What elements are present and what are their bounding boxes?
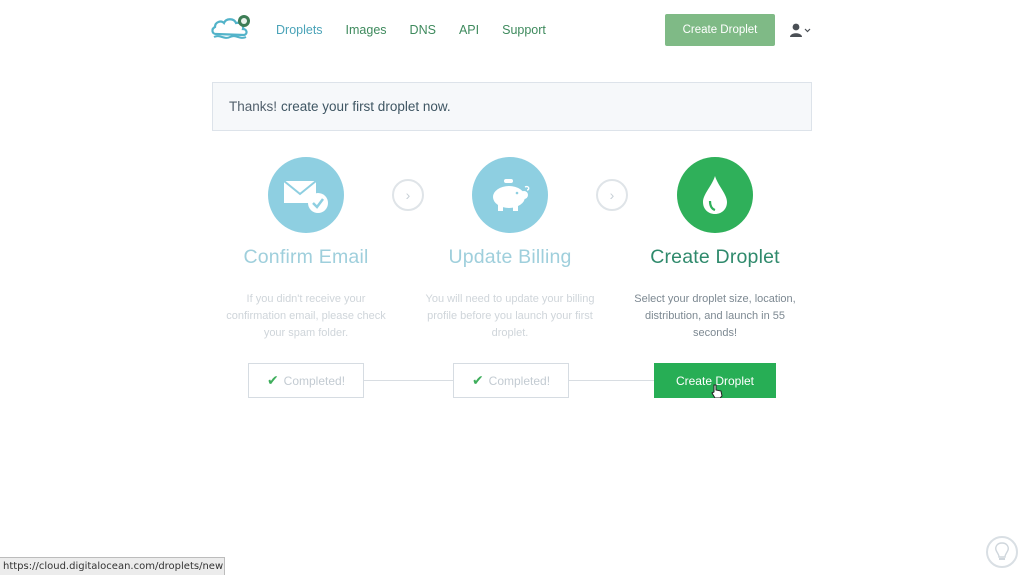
notice-create-link[interactable]: create your first droplet now. [281, 99, 451, 114]
step-description: You will need to update your billing pro… [425, 293, 595, 339]
droplet-icon [677, 157, 753, 233]
step-connector [364, 380, 454, 381]
top-navbar: Droplets Images DNS API Support Create D… [0, 0, 1024, 62]
piggy-bank-icon [472, 157, 548, 233]
completed-label: Completed! [488, 373, 551, 388]
step-create-droplet: Create Droplet Select your droplet size,… [605, 157, 825, 342]
lightbulb-icon[interactable] [986, 536, 1018, 568]
user-icon [790, 23, 811, 37]
envelope-check-icon [268, 157, 344, 233]
step-title: Confirm Email [243, 246, 369, 268]
nav-support[interactable]: Support [502, 22, 546, 38]
welcome-notice: Thanks! create your first droplet now. [212, 82, 812, 131]
nav-dns[interactable]: DNS [410, 22, 436, 38]
step-description: Select your droplet size, location, dist… [634, 293, 796, 339]
step-title: Create Droplet [650, 246, 780, 268]
notice-prefix: Thanks! [229, 99, 278, 114]
nav-droplets[interactable]: Droplets [276, 22, 323, 38]
checkmark-icon: ✔ [471, 372, 484, 388]
user-menu[interactable] [789, 20, 813, 40]
checkmark-icon: ✔ [266, 372, 279, 388]
step-confirm-email: Confirm Email If you didn't receive your… [196, 157, 416, 342]
digitalocean-logo-icon[interactable] [210, 12, 256, 44]
step-connector [568, 380, 654, 381]
step-title: Update Billing [448, 246, 572, 268]
nav-images[interactable]: Images [346, 22, 387, 38]
update-billing-completed-button: ✔ Completed! [453, 363, 569, 398]
step-update-billing: Update Billing You will need to update y… [400, 157, 620, 342]
link-preview-statusbar: https://cloud.digitalocean.com/droplets/… [0, 557, 225, 575]
nav-api[interactable]: API [459, 22, 479, 38]
create-droplet-header-button[interactable]: Create Droplet [665, 14, 775, 46]
step-description: If you didn't receive your confirmation … [226, 293, 386, 339]
hand-cursor-icon [711, 384, 723, 398]
page: Droplets Images DNS API Support Create D… [0, 0, 1024, 575]
completed-label: Completed! [283, 373, 346, 388]
main-nav: Droplets Images DNS API Support [276, 22, 569, 38]
confirm-email-completed-button: ✔ Completed! [248, 363, 364, 398]
